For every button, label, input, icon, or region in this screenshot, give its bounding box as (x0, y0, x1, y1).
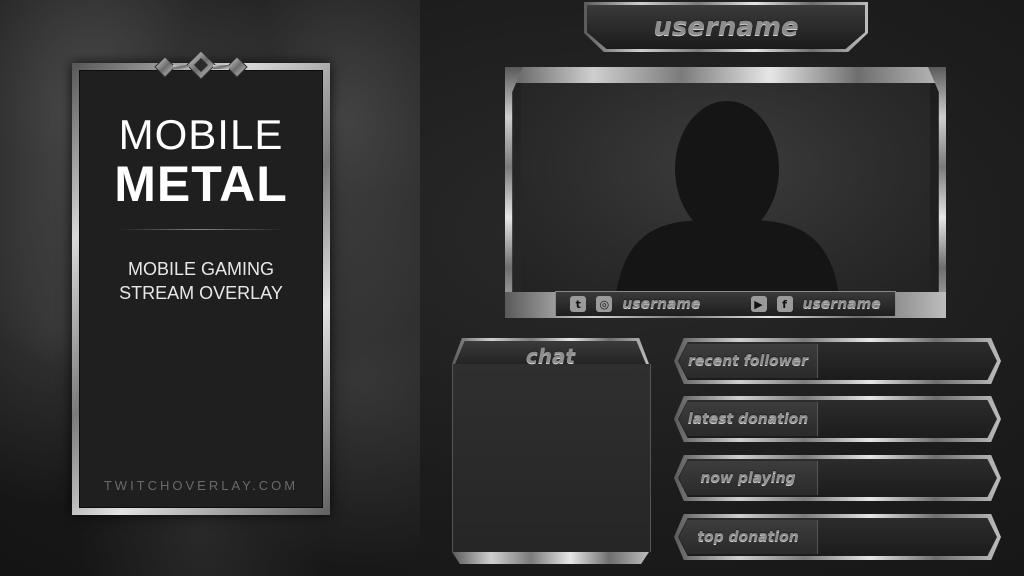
phone-frame: MOBILE METAL MOBILE GAMING STREAM OVERLA… (72, 63, 330, 515)
instagram-icon[interactable]: ◎ (596, 296, 613, 312)
facebook-icon[interactable]: f (776, 296, 793, 312)
subtitle: MOBILE GAMING STREAM OVERLAY (80, 257, 322, 305)
chat-body (452, 364, 651, 552)
alert-recent-follower: recent follower (674, 338, 1001, 384)
title-line-1: MOBILE (118, 111, 284, 158)
alert-label: now playing (700, 470, 796, 486)
crown-ornament (154, 50, 248, 80)
title-line-2: METAL (114, 156, 288, 212)
username-banner: username (584, 2, 868, 52)
webcam-frame: t ◎ username ▶ f username (505, 67, 946, 318)
username-label: username (653, 12, 799, 42)
chat-footer (452, 552, 649, 564)
title-divider (118, 229, 284, 230)
alert-now-playing: now playing (674, 455, 1001, 501)
subtitle-line-1: MOBILE GAMING (127, 259, 275, 279)
youtube-icon[interactable]: ▶ (750, 296, 767, 312)
social-handle-1: username (622, 296, 701, 312)
alert-label: recent follower (688, 353, 808, 369)
social-handle-2: username (802, 296, 881, 312)
alert-top-donation: top donation (674, 514, 1001, 560)
twitter-icon[interactable]: t (570, 296, 587, 312)
chat-title: chat (525, 344, 576, 368)
alert-label: top donation (697, 529, 799, 545)
alert-latest-donation: latest donation (674, 396, 1001, 442)
alert-label: latest donation (687, 411, 809, 427)
social-bar: t ◎ username ▶ f username (555, 291, 896, 316)
subtitle-line-2: STREAM OVERLAY (119, 283, 283, 303)
website-text: TWITCHOVERLAY.COM (103, 478, 299, 493)
chat-panel: chat (452, 338, 651, 564)
phone-screen: MOBILE METAL MOBILE GAMING STREAM OVERLA… (79, 70, 323, 508)
webcam-screen (521, 81, 930, 294)
person-silhouette (616, 101, 839, 294)
